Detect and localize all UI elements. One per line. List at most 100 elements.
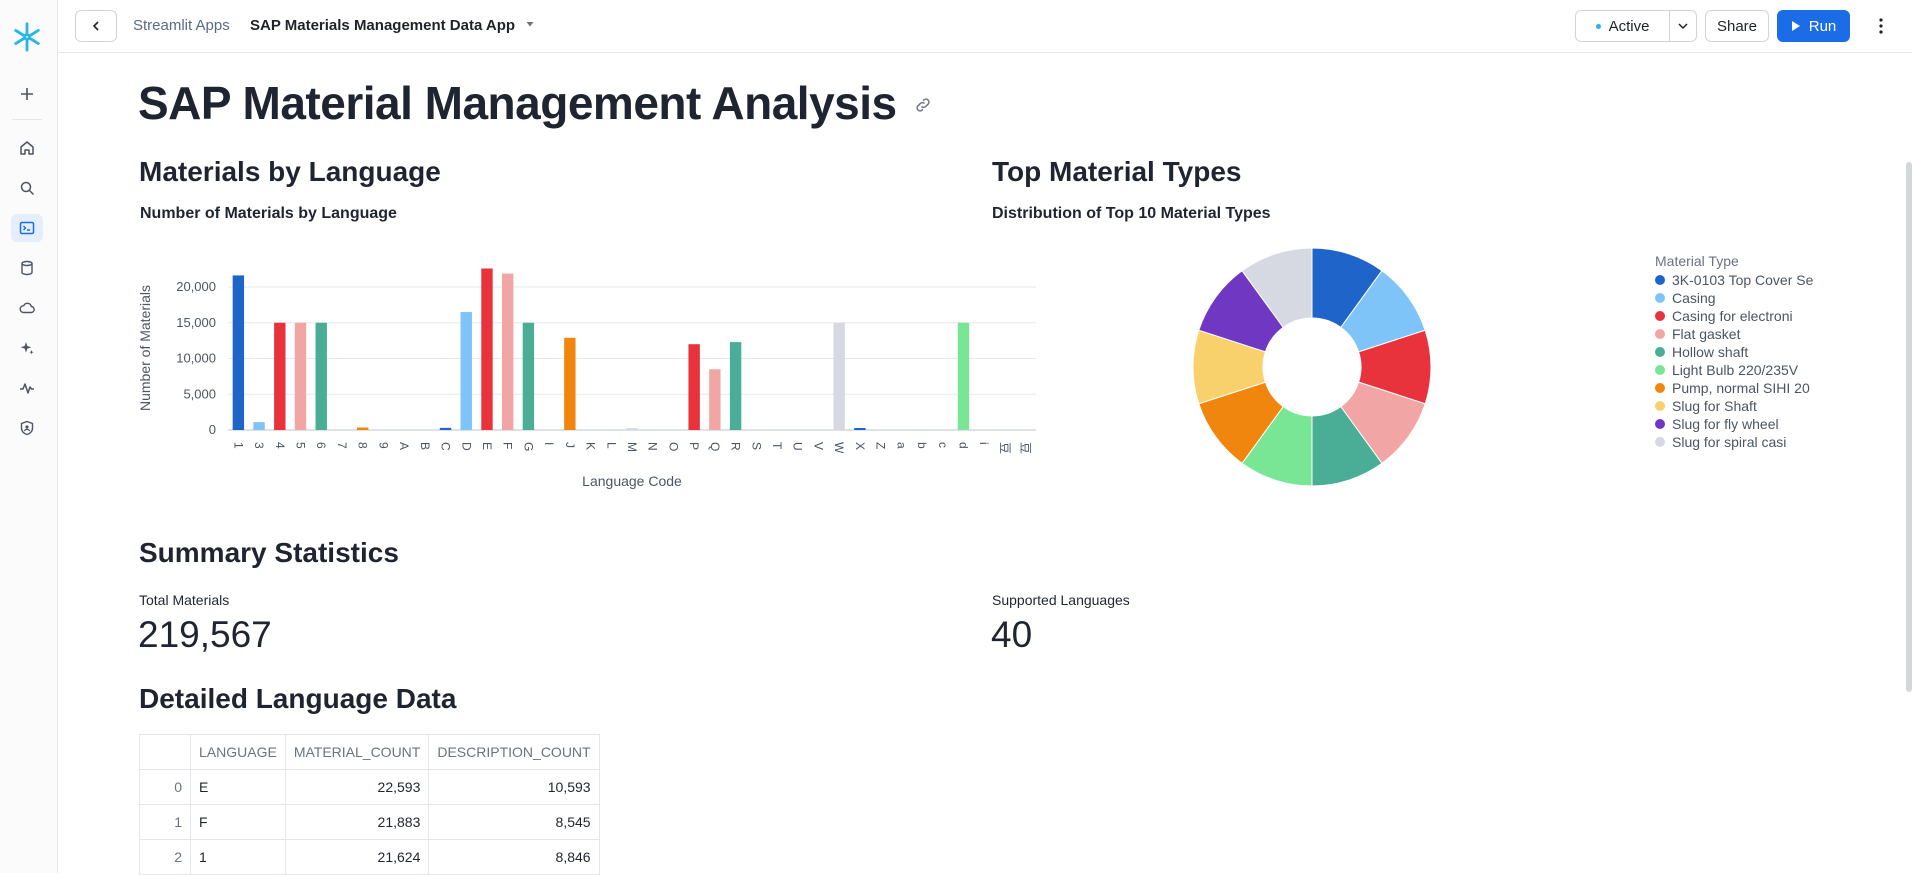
x-tick-label: U	[791, 442, 805, 451]
x-tick-label: L	[604, 442, 618, 449]
table-row[interactable]: 1 F 21,883 8,545	[139, 804, 600, 840]
bar	[626, 428, 638, 430]
cell-language[interactable]: F	[190, 804, 286, 840]
data-icon[interactable]	[11, 254, 43, 282]
legend-item[interactable]: Slug for spiral casi	[1655, 433, 1813, 451]
legend-item[interactable]: 3K-0103 Top Cover Se	[1655, 271, 1813, 289]
anchor-link-icon[interactable]	[913, 95, 933, 115]
legend-item[interactable]: Slug for fly wheel	[1655, 415, 1813, 433]
legend-label: 3K-0103 Top Cover Se	[1672, 272, 1814, 288]
legend-title: Material Type	[1655, 253, 1739, 269]
app-name-dropdown[interactable]: SAP Materials Management Data App	[250, 17, 535, 34]
legend-item[interactable]: Casing for electroni	[1655, 307, 1813, 325]
legend-item[interactable]: Light Bulb 220/235V	[1655, 361, 1813, 379]
bar	[460, 312, 472, 430]
x-tick-label: 3	[252, 442, 266, 449]
x-tick-label: A	[397, 442, 411, 450]
y-tick-label: 5,000	[183, 386, 216, 401]
status-button[interactable]: Active	[1575, 10, 1670, 42]
breadcrumb-streamlit-apps[interactable]: Streamlit Apps	[133, 17, 230, 34]
back-button[interactable]	[75, 10, 117, 42]
table-row[interactable]: 2 1 21,624 8,846	[139, 839, 600, 875]
cell-material-count[interactable]: 22,593	[284, 769, 430, 805]
legend-item[interactable]: Slug for Shaft	[1655, 397, 1813, 415]
plus-icon[interactable]	[11, 80, 43, 108]
metric-label-languages: Supported Languages	[992, 592, 1130, 608]
bar	[232, 275, 245, 430]
column-header-index[interactable]	[139, 734, 191, 770]
language-data-table[interactable]: LANGUAGE MATERIAL_COUNT DESCRIPTION_COUN…	[139, 734, 600, 875]
app-content: SAP Material Management Analysis Materia…	[58, 54, 1912, 875]
legend-swatch	[1655, 311, 1665, 321]
legend-item[interactable]: Hollow shaft	[1655, 343, 1813, 361]
cloud-icon[interactable]	[11, 294, 43, 322]
x-tick-label: R	[729, 442, 743, 451]
x-tick-label: B	[418, 442, 432, 450]
x-tick-label: c	[936, 442, 950, 448]
pie-chart	[1192, 247, 1432, 487]
legend-label: Light Bulb 220/235V	[1672, 362, 1799, 378]
metric-label-total: Total Materials	[139, 592, 230, 608]
admin-icon[interactable]	[11, 414, 43, 442]
share-button[interactable]: Share	[1705, 10, 1769, 42]
legend-swatch	[1655, 401, 1665, 411]
cell-description-count[interactable]: 10,593	[428, 769, 600, 805]
x-tick-label: V	[811, 442, 825, 450]
x-tick-label: G	[521, 442, 535, 451]
projects-icon[interactable]	[11, 214, 43, 242]
legend-item[interactable]: Pump, normal SIHI 20	[1655, 379, 1813, 397]
bar	[729, 342, 742, 430]
bar	[439, 427, 452, 430]
run-label: Run	[1808, 17, 1837, 35]
monitoring-icon[interactable]	[11, 374, 43, 402]
x-tick-label: J	[563, 442, 577, 448]
legend-item[interactable]: Flat gasket	[1655, 325, 1813, 343]
x-tick-label: X	[853, 442, 867, 450]
y-tick-label: 0	[209, 422, 216, 437]
cell-language[interactable]: 1	[190, 839, 286, 875]
vertical-scrollbar[interactable]	[1906, 162, 1912, 692]
table-row[interactable]: 0 E 22,593 10,593	[139, 769, 600, 805]
legend-label: Flat gasket	[1672, 326, 1741, 342]
x-tick-label: I	[542, 442, 556, 445]
more-options-icon[interactable]	[1871, 14, 1891, 38]
status-dropdown-button[interactable]	[1669, 10, 1697, 42]
legend-item[interactable]: Casing	[1655, 289, 1813, 307]
search-icon[interactable]	[11, 174, 43, 202]
cell-material-count[interactable]: 21,624	[284, 839, 430, 875]
run-button[interactable]: Run	[1777, 10, 1850, 42]
x-tick-label: E	[480, 442, 494, 450]
x-tick-label: a	[894, 442, 908, 449]
ai-icon[interactable]	[11, 334, 43, 362]
legend-swatch	[1655, 275, 1665, 285]
cell-material-count[interactable]: 21,883	[284, 804, 430, 840]
legend-swatch	[1655, 437, 1665, 447]
cell-description-count[interactable]: 8,545	[428, 804, 600, 840]
x-tick-label: O	[666, 442, 680, 451]
play-icon	[1791, 21, 1800, 31]
caret-down-icon	[526, 22, 534, 27]
x-tick-label: 豆	[998, 442, 1012, 454]
home-icon[interactable]	[11, 134, 43, 162]
legend-label: Hollow shaft	[1672, 344, 1749, 360]
x-tick-label: P	[687, 442, 701, 450]
legend-swatch	[1655, 347, 1665, 357]
cell-language[interactable]: E	[190, 769, 286, 805]
column-header-language[interactable]: LANGUAGE	[190, 734, 286, 770]
column-header-material-count[interactable]: MATERIAL_COUNT	[284, 734, 430, 770]
chart-title-material-types: Distribution of Top 10 Material Types	[992, 205, 1271, 222]
x-tick-label: Z	[874, 442, 888, 449]
table-header-row: LANGUAGE MATERIAL_COUNT DESCRIPTION_COUN…	[139, 734, 600, 770]
left-nav	[0, 0, 58, 873]
bar	[501, 273, 514, 430]
bar	[294, 322, 307, 430]
bar	[957, 322, 970, 430]
column-header-description-count[interactable]: DESCRIPTION_COUNT	[428, 734, 600, 770]
bar	[274, 322, 286, 430]
snowflake-logo-icon[interactable]	[11, 22, 43, 52]
legend-label: Slug for spiral casi	[1672, 434, 1787, 450]
cell-description-count[interactable]: 8,846	[428, 839, 600, 875]
legend-label: Casing	[1672, 290, 1716, 306]
x-axis-label: Language Code	[582, 473, 682, 489]
nav-divider	[12, 119, 42, 120]
